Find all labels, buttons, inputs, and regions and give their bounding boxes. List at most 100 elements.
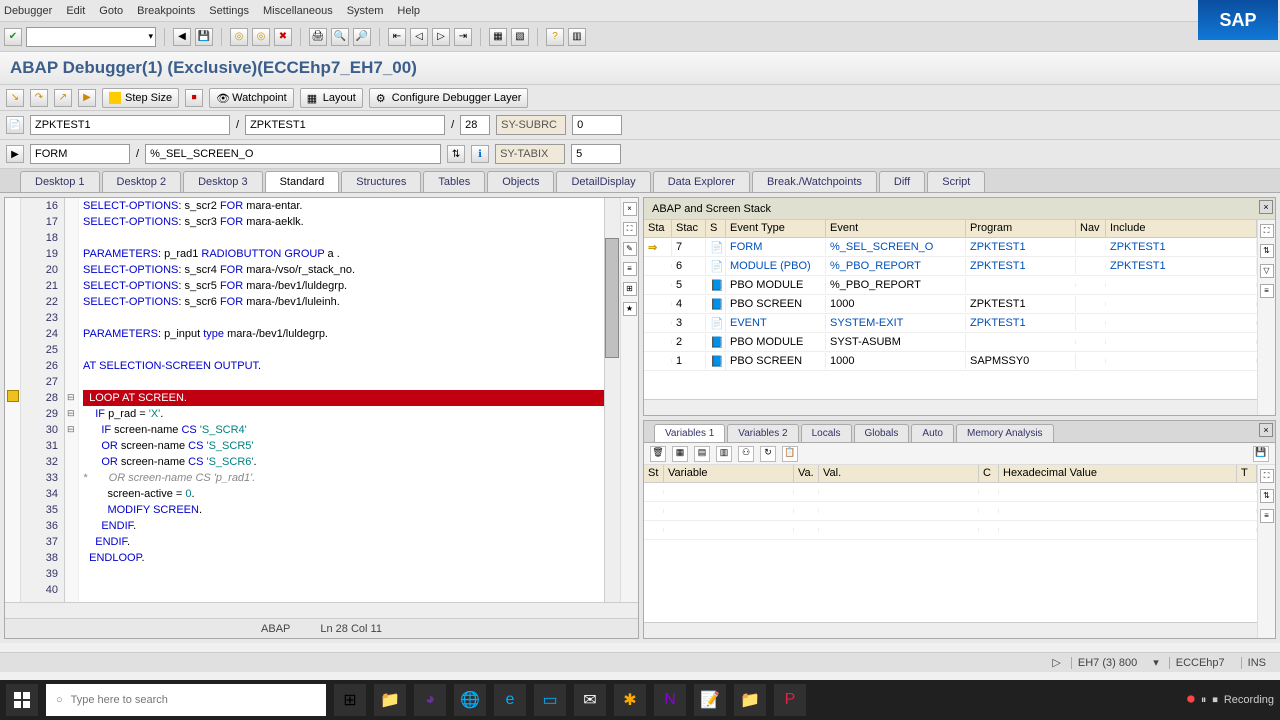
tab-diff[interactable]: Diff — [879, 171, 925, 192]
event-icon[interactable]: ▶ — [6, 145, 24, 163]
info-icon[interactable]: ℹ — [471, 145, 489, 163]
stack-row[interactable]: ⇒7📄FORM%_SEL_SCREEN_OZPKTEST1ZPKTEST1 — [644, 238, 1257, 257]
bookmark-icon[interactable]: ★ — [623, 302, 637, 316]
var-hscroll[interactable] — [644, 622, 1257, 638]
step-size-button[interactable]: Step Size — [102, 88, 179, 108]
next-page-icon[interactable]: ▷ — [432, 28, 450, 46]
powerpoint-icon[interactable]: P — [774, 684, 806, 716]
tab-objects[interactable]: Objects — [487, 171, 554, 192]
menu-goto[interactable]: Goto — [99, 5, 123, 17]
var-body[interactable] — [644, 483, 1257, 622]
watchpoint-button[interactable]: 👁Watchpoint — [209, 88, 294, 108]
stack-row[interactable]: 2📘PBO MODULESYST-ASUBM — [644, 333, 1257, 352]
program-icon[interactable]: 📄 — [6, 116, 24, 134]
enter-icon[interactable]: ✔ — [4, 28, 22, 46]
export-icon[interactable]: ▥ — [716, 446, 732, 462]
stack-body[interactable]: ⇒7📄FORM%_SEL_SCREEN_OZPKTEST1ZPKTEST16📄M… — [644, 238, 1257, 399]
outlook-icon[interactable]: ✉ — [574, 684, 606, 716]
step-out-icon[interactable]: ↗ — [54, 89, 72, 107]
findnext-icon[interactable]: 🔎 — [353, 28, 371, 46]
find-icon[interactable]: 🔍 — [331, 28, 349, 46]
sort-icon[interactable]: ⇅ — [1260, 489, 1274, 503]
stack-icon[interactable]: ≡ — [623, 262, 637, 276]
edge-icon[interactable]: e — [494, 684, 526, 716]
menu-misc[interactable]: Miscellaneous — [263, 5, 333, 17]
fold-column[interactable]: ⊟⊟⊟ — [65, 198, 79, 602]
session-icon[interactable]: ▦ — [489, 28, 507, 46]
explorer-icon[interactable]: 📁 — [374, 684, 406, 716]
vartab-variables1[interactable]: Variables 1 — [654, 424, 725, 442]
tab-dataexplorer[interactable]: Data Explorer — [653, 171, 750, 192]
event-name-field[interactable]: %_SEL_SCREEN_O — [145, 144, 441, 164]
explorer2-icon[interactable]: 📁 — [734, 684, 766, 716]
save-icon[interactable]: 💾 — [1253, 446, 1269, 462]
continue-icon[interactable]: ▶ — [78, 89, 96, 107]
layout-menu-icon[interactable]: ▥ — [568, 28, 586, 46]
stack-row[interactable]: 4📘PBO SCREEN1000ZPKTEST1 — [644, 295, 1257, 314]
detail-icon[interactable]: ≡ — [1260, 284, 1274, 298]
copy-icon[interactable]: 📋 — [782, 446, 798, 462]
slack-icon[interactable]: ✱ — [614, 684, 646, 716]
menu-edit[interactable]: Edit — [66, 5, 85, 17]
print-icon[interactable]: 🖨 — [309, 28, 327, 46]
detail-icon[interactable]: ≡ — [1260, 509, 1274, 523]
save-icon[interactable]: 💾 — [195, 28, 213, 46]
close-icon[interactable]: × — [1259, 200, 1273, 214]
tab-tables[interactable]: Tables — [423, 171, 485, 192]
vartab-variables2[interactable]: Variables 2 — [727, 424, 798, 442]
step-over-icon[interactable]: ↷ — [30, 89, 48, 107]
sapgui-icon[interactable]: ▭ — [534, 684, 566, 716]
messages-icon[interactable]: ▷ — [1052, 656, 1060, 669]
breakpoint-icon[interactable] — [7, 390, 19, 402]
hierarchy-icon[interactable]: ⚇ — [738, 446, 754, 462]
notepadpp-icon[interactable]: 📝 — [694, 684, 726, 716]
filter-icon[interactable]: ▽ — [1260, 264, 1274, 278]
stop-rec-icon[interactable]: ⏹ — [1212, 694, 1218, 707]
line-field[interactable]: 28 — [460, 115, 490, 135]
h-scrollbar[interactable] — [5, 602, 638, 618]
nav-back-icon[interactable]: ◎ — [230, 28, 248, 46]
vartab-locals[interactable]: Locals — [801, 424, 852, 442]
vartab-globals[interactable]: Globals — [854, 424, 910, 442]
tab-script[interactable]: Script — [927, 171, 985, 192]
grid-icon[interactable]: ▤ — [694, 446, 710, 462]
tab-desktop3[interactable]: Desktop 3 — [183, 171, 263, 192]
record-icon[interactable]: ⏺ — [1187, 691, 1195, 709]
menu-system[interactable]: System — [347, 5, 384, 17]
vartab-memoryanalysis[interactable]: Memory Analysis — [956, 424, 1054, 442]
tab-desktop1[interactable]: Desktop 1 — [20, 171, 100, 192]
stack-row[interactable]: 5📘PBO MODULE%_PBO_REPORT — [644, 276, 1257, 295]
taskview-icon[interactable]: ⊞ — [334, 684, 366, 716]
taskbar-search[interactable]: ○ Type here to search — [46, 684, 326, 716]
onenote-icon[interactable]: N — [654, 684, 686, 716]
editor-icon[interactable]: ✎ — [623, 242, 637, 256]
nav-exit-icon[interactable]: ◎ — [252, 28, 270, 46]
close-pane-icon[interactable]: × — [623, 202, 637, 216]
last-page-icon[interactable]: ⇥ — [454, 28, 472, 46]
tab-detaildisplay[interactable]: DetailDisplay — [556, 171, 650, 192]
expand-icon[interactable]: ⛶ — [1260, 469, 1274, 483]
menu-debugger[interactable]: Debugger — [4, 5, 52, 17]
tab-structures[interactable]: Structures — [341, 171, 421, 192]
sort-icon[interactable]: ⇅ — [1260, 244, 1274, 258]
main-program-field[interactable]: ZPKTEST1 — [30, 115, 230, 135]
tab-desktop2[interactable]: Desktop 2 — [102, 171, 182, 192]
cancel-icon[interactable]: ✖ — [274, 28, 292, 46]
help-icon[interactable]: ? — [546, 28, 564, 46]
expand-icon[interactable]: ⛶ — [623, 222, 637, 236]
delete-icon[interactable]: 🗑 — [650, 446, 666, 462]
sort-asc-icon[interactable]: ⇅ — [447, 145, 465, 163]
chrome-icon[interactable]: 🌐 — [454, 684, 486, 716]
start-button[interactable] — [6, 684, 38, 716]
layout-button[interactable]: ▦Layout — [300, 88, 363, 108]
configure-layer-button[interactable]: ⚙Configure Debugger Layer — [369, 88, 529, 108]
refresh-icon[interactable]: ↻ — [760, 446, 776, 462]
v-scrollbar[interactable] — [604, 198, 620, 602]
vartab-auto[interactable]: Auto — [911, 424, 954, 442]
step-into-icon[interactable]: ↘ — [6, 89, 24, 107]
menu-breakpoints[interactable]: Breakpoints — [137, 5, 195, 17]
expand-icon[interactable]: ⛶ — [1260, 224, 1274, 238]
back-icon[interactable]: ◀ — [173, 28, 191, 46]
table-icon[interactable]: ▦ — [672, 446, 688, 462]
stack-row[interactable]: 3📄EVENTSYSTEM-EXITZPKTEST1 — [644, 314, 1257, 333]
